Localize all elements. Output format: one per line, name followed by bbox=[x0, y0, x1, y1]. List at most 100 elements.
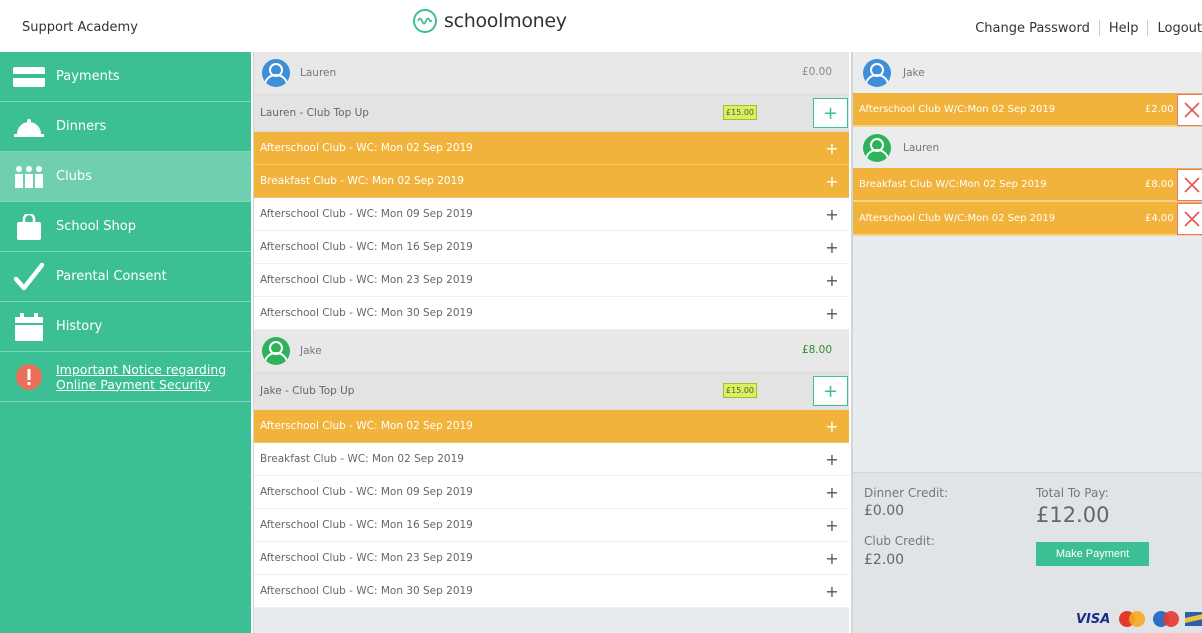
basket-item-price: £8.00 bbox=[1145, 179, 1174, 190]
checkmark-icon bbox=[11, 262, 47, 292]
club-row[interactable]: Afterschool Club - WC: Mon 16 Sep 2019 + bbox=[254, 509, 849, 542]
total-to-pay-value: £12.00 bbox=[1036, 503, 1110, 527]
remove-item-button[interactable] bbox=[1177, 203, 1202, 235]
sidebar-item-label: Dinners bbox=[56, 119, 107, 134]
people-icon bbox=[11, 162, 47, 192]
plus-icon[interactable]: + bbox=[822, 449, 842, 469]
top-up-label: Jake - Club Top Up bbox=[260, 385, 355, 397]
plus-icon[interactable]: + bbox=[822, 416, 842, 436]
credit-card-icon bbox=[11, 62, 47, 92]
club-row[interactable]: Breakfast Club - WC: Mon 02 Sep 2019 + bbox=[254, 443, 849, 476]
club-label: Afterschool Club - WC: Mon 02 Sep 2019 bbox=[260, 142, 473, 154]
alert-icon bbox=[11, 362, 47, 392]
club-label: Afterschool Club - WC: Mon 30 Sep 2019 bbox=[260, 585, 473, 597]
amex-logo bbox=[1185, 610, 1202, 628]
child-header-lauren: Lauren £0.00 bbox=[254, 52, 849, 95]
basket-item-price: £4.00 bbox=[1145, 213, 1174, 224]
payment-card-logos: VISA bbox=[1076, 610, 1202, 628]
club-row[interactable]: Breakfast Club - WC: Mon 02 Sep 2019 + bbox=[254, 165, 849, 198]
plus-icon[interactable]: + bbox=[822, 581, 842, 601]
plus-icon[interactable]: + bbox=[822, 303, 842, 323]
sidebar-item-label: Parental Consent bbox=[56, 269, 167, 284]
close-icon bbox=[1184, 102, 1200, 118]
sidebar-item-label: School Shop bbox=[56, 219, 136, 234]
sidebar-item-history[interactable]: History bbox=[0, 302, 251, 352]
club-label: Afterschool Club - WC: Mon 16 Sep 2019 bbox=[260, 519, 473, 531]
sidebar-item-security-notice[interactable]: Important Notice regarding Online Paymen… bbox=[0, 352, 251, 402]
help-link[interactable]: Help bbox=[1109, 21, 1139, 36]
security-notice-link[interactable]: Important Notice regarding Online Paymen… bbox=[56, 362, 226, 392]
club-row[interactable]: Afterschool Club - WC: Mon 30 Sep 2019 + bbox=[254, 297, 849, 330]
club-row[interactable]: Afterschool Club - WC: Mon 09 Sep 2019 + bbox=[254, 476, 849, 509]
sidebar-item-payments[interactable]: Payments bbox=[0, 52, 251, 102]
nav-divider bbox=[1098, 20, 1100, 36]
total-to-pay-label: Total To Pay: bbox=[1036, 486, 1109, 500]
top-up-amount-input[interactable]: £15.00 bbox=[723, 105, 757, 120]
club-top-up-row: Jake - Club Top Up £15.00 + bbox=[254, 373, 849, 410]
child-name: Lauren bbox=[300, 67, 337, 79]
club-top-up-row: Lauren - Club Top Up £15.00 + bbox=[254, 95, 849, 132]
basket-panel: Jake Afterschool Club W/C:Mon 02 Sep 201… bbox=[851, 52, 1202, 633]
change-password-link[interactable]: Change Password bbox=[975, 21, 1090, 36]
basket-item: Afterschool Club W/C:Mon 02 Sep 2019 £4.… bbox=[853, 202, 1202, 236]
basket-item-label: Afterschool Club W/C:Mon 02 Sep 2019 bbox=[859, 212, 1056, 224]
visa-logo: VISA bbox=[1076, 611, 1111, 627]
nav-divider bbox=[1147, 20, 1149, 36]
remove-item-button[interactable] bbox=[1177, 169, 1202, 201]
avatar bbox=[863, 133, 891, 162]
top-header: Support Academy schoolmoney Change Passw… bbox=[0, 0, 1202, 52]
sidebar-item-label: Payments bbox=[56, 69, 120, 84]
shopping-bag-icon bbox=[11, 212, 47, 242]
sidebar-item-clubs[interactable]: Clubs bbox=[0, 152, 251, 202]
dinner-credit-value: £0.00 bbox=[864, 503, 905, 519]
club-row[interactable]: Afterschool Club - WC: Mon 30 Sep 2019 + bbox=[254, 575, 849, 608]
plus-icon[interactable]: + bbox=[822, 515, 842, 535]
school-name: Support Academy bbox=[22, 20, 138, 35]
club-row[interactable]: Afterschool Club - WC: Mon 02 Sep 2019 + bbox=[254, 410, 849, 443]
plus-icon[interactable]: + bbox=[822, 482, 842, 502]
child-header-jake: Jake £8.00 bbox=[254, 330, 849, 373]
basket-child-header-lauren: Lauren bbox=[853, 127, 1202, 168]
logo-wave-icon bbox=[413, 9, 437, 33]
club-row[interactable]: Afterschool Club - WC: Mon 16 Sep 2019 + bbox=[254, 231, 849, 264]
basket-item-label: Breakfast Club W/C:Mon 02 Sep 2019 bbox=[859, 178, 1047, 190]
club-label: Afterschool Club - WC: Mon 23 Sep 2019 bbox=[260, 552, 473, 564]
club-row[interactable]: Afterschool Club - WC: Mon 09 Sep 2019 + bbox=[254, 198, 849, 231]
add-top-up-button[interactable]: + bbox=[813, 376, 848, 406]
sidebar-item-school-shop[interactable]: School Shop bbox=[0, 202, 251, 252]
club-row[interactable]: Afterschool Club - WC: Mon 23 Sep 2019 + bbox=[254, 264, 849, 297]
plus-icon[interactable]: + bbox=[822, 204, 842, 224]
plus-icon[interactable]: + bbox=[822, 171, 842, 191]
schoolmoney-logo[interactable]: schoolmoney bbox=[413, 9, 567, 33]
add-top-up-button[interactable]: + bbox=[813, 98, 848, 128]
top-up-label: Lauren - Club Top Up bbox=[260, 107, 369, 119]
club-row[interactable]: Afterschool Club - WC: Mon 02 Sep 2019 + bbox=[254, 132, 849, 165]
cloche-icon bbox=[11, 112, 47, 142]
child-name: Lauren bbox=[903, 141, 940, 154]
avatar bbox=[863, 58, 891, 87]
plus-icon[interactable]: + bbox=[822, 548, 842, 568]
basket-item: Afterschool Club W/C:Mon 02 Sep 2019 £2.… bbox=[853, 93, 1202, 127]
top-nav: Change Password Help Logout bbox=[975, 20, 1202, 36]
top-up-amount-input[interactable]: £15.00 bbox=[723, 383, 757, 398]
sidebar-item-label: History bbox=[56, 319, 103, 334]
basket-item-label: Afterschool Club W/C:Mon 02 Sep 2019 bbox=[859, 103, 1056, 115]
plus-icon[interactable]: + bbox=[822, 237, 842, 257]
sidebar-item-dinners[interactable]: Dinners bbox=[0, 102, 251, 152]
make-payment-button[interactable]: Make Payment bbox=[1036, 542, 1149, 566]
sidebar-item-parental-consent[interactable]: Parental Consent bbox=[0, 252, 251, 302]
club-credit-label: Club Credit: bbox=[864, 534, 935, 548]
club-row[interactable]: Afterschool Club - WC: Mon 23 Sep 2019 + bbox=[254, 542, 849, 575]
plus-icon[interactable]: + bbox=[822, 138, 842, 158]
avatar bbox=[262, 59, 290, 87]
club-label: Afterschool Club - WC: Mon 23 Sep 2019 bbox=[260, 274, 473, 286]
club-label: Afterschool Club - WC: Mon 16 Sep 2019 bbox=[260, 241, 473, 253]
mastercard-logo bbox=[1117, 610, 1147, 628]
close-icon bbox=[1184, 177, 1200, 193]
remove-item-button[interactable] bbox=[1177, 94, 1202, 126]
sidebar-item-label: Clubs bbox=[56, 169, 92, 184]
club-label: Afterschool Club - WC: Mon 02 Sep 2019 bbox=[260, 420, 473, 432]
logout-link[interactable]: Logout bbox=[1157, 21, 1202, 36]
child-balance: £0.00 bbox=[801, 66, 832, 78]
plus-icon[interactable]: + bbox=[822, 270, 842, 290]
